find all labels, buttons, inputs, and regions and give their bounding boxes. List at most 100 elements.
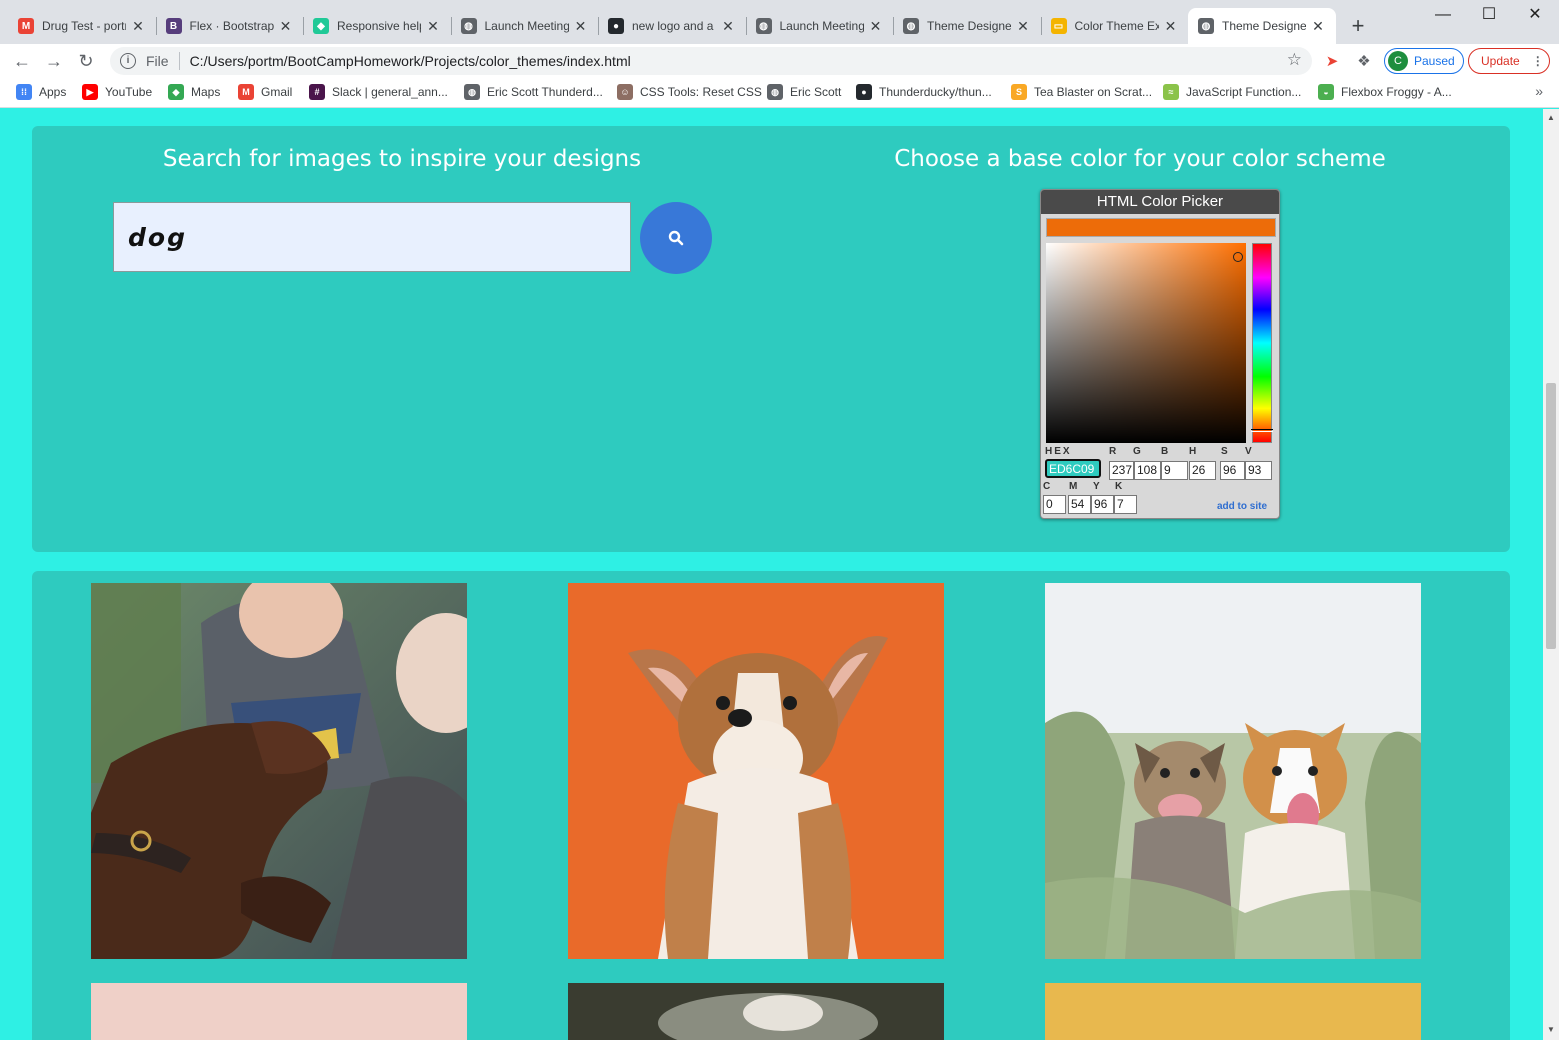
tab[interactable]: ◍ Launch Meeting ✕ (450, 8, 599, 44)
bookmark-label: Apps (39, 85, 67, 99)
h-field[interactable]: 26 (1189, 461, 1216, 480)
color-picker[interactable]: HTML Color Picker HEX R G B H S V ED6C09… (1040, 189, 1280, 519)
bookmark-item[interactable]: ⁞⁞ Apps (16, 84, 66, 100)
forward-arrow-icon[interactable]: → (40, 47, 68, 75)
chevron-more-icon[interactable]: » (1535, 83, 1543, 99)
hue-slider[interactable] (1251, 243, 1273, 443)
bookmark-label: JavaScript Function... (1186, 85, 1302, 99)
tab[interactable]: ◍ Theme Designer ✕ (893, 8, 1041, 44)
tab-title: Theme Designer (927, 19, 1011, 33)
browser-toolbar: ← → ↻ i File C:/Users/portm/BootCampHome… (0, 44, 1559, 78)
g-field[interactable]: 108 (1134, 461, 1161, 480)
hue-marker[interactable] (1251, 429, 1273, 432)
tab[interactable]: B Flex · Bootstrap ✕ (155, 8, 304, 44)
profile-button[interactable]: C Paused (1384, 48, 1464, 74)
selected-color-swatch (1046, 218, 1276, 237)
reload-icon[interactable]: ↻ (72, 47, 100, 75)
dog-photo-2 (568, 583, 944, 959)
bookmark-item[interactable]: M Gmail (238, 84, 292, 100)
v-field[interactable]: 93 (1245, 461, 1272, 480)
menu-dots-icon[interactable]: ⋮ (1532, 54, 1544, 68)
page-scrollbar[interactable]: ▲ ▼ (1543, 109, 1559, 1040)
info-icon[interactable]: i (120, 53, 136, 69)
bookmark-item[interactable]: ◍ Eric Scott (767, 84, 841, 100)
bookmark-item[interactable]: ◆ Maps (168, 84, 220, 100)
add-to-site-link[interactable]: add to site (1217, 501, 1267, 512)
result-image[interactable] (1045, 983, 1421, 1040)
result-image[interactable] (1045, 583, 1421, 959)
back-arrow-icon[interactable]: ← (8, 47, 36, 75)
close-tab-icon[interactable]: ✕ (1015, 18, 1031, 35)
bookmark-item[interactable]: ≈ JavaScript Function... (1163, 84, 1301, 100)
saturation-cursor[interactable] (1233, 252, 1243, 262)
dog-photo-3 (1045, 583, 1421, 959)
address-bar[interactable]: i File C:/Users/portm/BootCampHomework/P… (110, 47, 1312, 75)
tab[interactable]: ◍ Theme Designer ✕ (1188, 8, 1336, 44)
new-tab-button[interactable]: + (1344, 12, 1372, 40)
extensions-puzzle-icon[interactable]: ❖ (1354, 52, 1374, 72)
tab[interactable]: M Drug Test - portm ✕ (8, 8, 156, 44)
bookmark-item[interactable]: ☺ CSS Tools: Reset CSS (617, 84, 762, 100)
tab-title: Responsive help (337, 19, 421, 33)
address-separator (178, 52, 180, 70)
color-picker-title: HTML Color Picker (1041, 190, 1279, 214)
bookmark-item[interactable]: ● Thunderducky/thun... (856, 84, 992, 100)
close-tab-icon[interactable]: ✕ (130, 18, 146, 35)
result-image[interactable] (568, 983, 944, 1040)
bookmark-item[interactable]: S Tea Blaster on Scrat... (1011, 84, 1152, 100)
scroll-down-icon[interactable]: ▼ (1547, 1025, 1555, 1034)
minimize-icon[interactable]: — (1420, 0, 1466, 32)
bookmark-item[interactable]: ▶ YouTube (82, 84, 152, 100)
bookmark-star-icon[interactable]: ☆ (1287, 50, 1302, 70)
result-image[interactable] (91, 583, 467, 959)
bootstrap-icon: B (165, 18, 182, 34)
bookmark-item[interactable]: ◒ Flexbox Froggy - A... (1318, 84, 1452, 100)
scroll-thumb[interactable] (1546, 383, 1556, 649)
slack-icon: # (309, 84, 325, 100)
k-field[interactable]: 7 (1114, 495, 1137, 514)
bookmark-item[interactable]: ◍ Eric Scott Thunderd... (464, 84, 603, 100)
c-field[interactable]: 0 (1043, 495, 1066, 514)
globe-icon: ◍ (1198, 18, 1214, 34)
results-card (32, 571, 1510, 1040)
tab[interactable]: ● new logo and a ✕ (598, 8, 746, 44)
bookmark-label: Tea Blaster on Scrat... (1034, 85, 1153, 99)
tab[interactable]: ◆ Responsive help ✕ (303, 8, 451, 44)
slides-icon: ▭ (1050, 18, 1067, 34)
bookmark-label: Eric Scott (790, 85, 842, 99)
y-field[interactable]: 96 (1091, 495, 1114, 514)
scratch-icon: S (1011, 84, 1027, 100)
s-field[interactable]: 96 (1220, 461, 1245, 480)
scheme-label: File (146, 53, 169, 69)
close-window-icon[interactable]: ✕ (1512, 0, 1558, 32)
close-tab-icon[interactable]: ✕ (720, 18, 736, 35)
scroll-up-icon[interactable]: ▲ (1547, 113, 1555, 122)
close-tab-icon[interactable]: ✕ (1163, 18, 1179, 35)
tab[interactable]: ◍ Launch Meeting ✕ (745, 8, 894, 44)
codepen-icon: ◆ (313, 18, 329, 34)
m-label: M (1069, 481, 1080, 492)
tab[interactable]: ▭ Color Theme Ex ✕ (1040, 8, 1189, 44)
profile-status: Paused (1414, 54, 1455, 68)
result-image[interactable] (568, 583, 944, 959)
close-tab-icon[interactable]: ✕ (573, 18, 589, 35)
search-button[interactable] (640, 202, 712, 274)
extension-cast-icon[interactable]: ➤ (1322, 52, 1342, 72)
close-tab-icon[interactable]: ✕ (868, 18, 884, 35)
close-tab-icon[interactable]: ✕ (1310, 18, 1326, 35)
hex-field[interactable]: ED6C09 (1045, 459, 1101, 478)
bookmark-item[interactable]: # Slack | general_ann... (309, 84, 448, 100)
r-field[interactable]: 237 (1109, 461, 1134, 480)
update-button[interactable]: Update ⋮ (1468, 48, 1550, 74)
maximize-icon[interactable]: ☐ (1466, 0, 1512, 32)
controls-card: Search for images to inspire your design… (32, 126, 1510, 552)
result-image[interactable] (91, 983, 467, 1040)
url-text[interactable]: C:/Users/portm/BootCampHomework/Projects… (190, 53, 631, 69)
close-tab-icon[interactable]: ✕ (425, 18, 441, 35)
search-input[interactable] (113, 202, 631, 272)
update-label: Update (1481, 54, 1520, 68)
m-field[interactable]: 54 (1068, 495, 1091, 514)
close-tab-icon[interactable]: ✕ (278, 18, 294, 35)
saturation-value-area[interactable] (1046, 243, 1246, 443)
b-field[interactable]: 9 (1161, 461, 1188, 480)
